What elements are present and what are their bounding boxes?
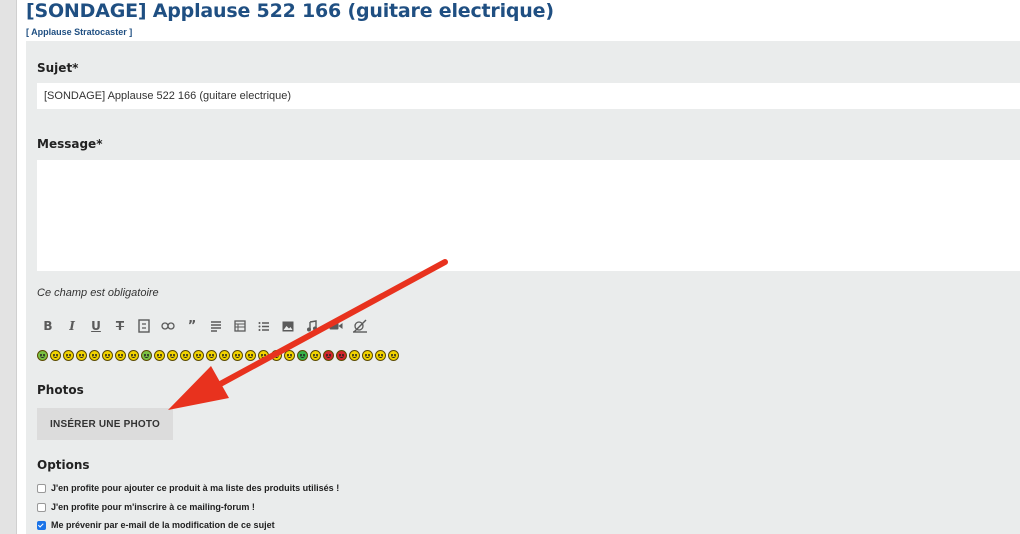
breadcrumb[interactable]: [ Applause Stratocaster ] <box>26 27 132 37</box>
bold-icon[interactable]: B <box>37 315 59 337</box>
message-label: Message* <box>37 137 103 151</box>
option-add-to-products[interactable]: J'en profite pour ajouter ce produit à m… <box>37 483 339 493</box>
smiley-icon[interactable] <box>310 349 321 361</box>
reply-form-panel: Sujet* Message* Ce champ est obligatoire… <box>26 41 1020 534</box>
smiley-icon[interactable] <box>167 349 178 361</box>
smiley-icon[interactable] <box>128 349 139 361</box>
required-hint: Ce champ est obligatoire <box>37 287 159 299</box>
smiley-icon[interactable] <box>362 349 373 361</box>
smiley-icon[interactable] <box>297 349 308 361</box>
smiley-icon[interactable] <box>206 349 217 361</box>
smiley-icon[interactable] <box>219 349 230 361</box>
option-label: Me prévenir par e-mail de la modificatio… <box>51 520 275 530</box>
no-smiley-icon[interactable] <box>349 315 371 337</box>
smiley-icon[interactable] <box>76 349 87 361</box>
option-checkbox[interactable] <box>37 502 46 512</box>
quote-icon[interactable]: ” <box>181 315 203 337</box>
smiley-icon[interactable] <box>258 349 269 361</box>
photos-label: Photos <box>37 383 84 397</box>
smiley-icon[interactable] <box>284 349 295 361</box>
smiley-icon[interactable] <box>154 349 165 361</box>
option-checkbox[interactable] <box>37 483 46 493</box>
image-icon[interactable] <box>277 315 299 337</box>
smiley-icon[interactable] <box>323 349 334 361</box>
strikethrough-icon[interactable]: T <box>109 315 131 337</box>
smiley-icon[interactable] <box>193 349 204 361</box>
underline-icon[interactable]: U <box>85 315 107 337</box>
page-title: [SONDAGE] Applause 522 166 (guitare elec… <box>26 0 554 22</box>
editor-toolbar: B I U T ” <box>37 315 371 337</box>
left-edge-strip <box>0 0 17 534</box>
link-icon[interactable] <box>157 315 179 337</box>
music-icon[interactable] <box>301 315 323 337</box>
video-icon[interactable] <box>325 315 347 337</box>
smiley-icon[interactable] <box>115 349 126 361</box>
option-email-notify[interactable]: Me prévenir par e-mail de la modificatio… <box>37 520 275 530</box>
smiley-icon[interactable] <box>141 349 152 361</box>
smiley-icon[interactable] <box>50 349 61 361</box>
message-textarea[interactable] <box>37 160 1020 271</box>
smiley-icon[interactable] <box>37 349 48 361</box>
smiley-icon[interactable] <box>271 349 282 361</box>
smiley-icon[interactable] <box>232 349 243 361</box>
table-icon[interactable] <box>229 315 251 337</box>
subject-input[interactable] <box>37 83 1020 109</box>
spoiler-icon[interactable] <box>133 315 155 337</box>
option-label: J'en profite pour ajouter ce produit à m… <box>51 483 340 493</box>
smiley-icon[interactable] <box>336 349 347 361</box>
smiley-icon[interactable] <box>102 349 113 361</box>
option-label: J'en profite pour m'inscrire à ce mailin… <box>51 502 255 512</box>
option-checkbox[interactable] <box>37 520 46 530</box>
smiley-icon[interactable] <box>375 349 386 361</box>
smiley-icon[interactable] <box>180 349 191 361</box>
subject-label: Sujet* <box>37 61 79 75</box>
insert-photo-button[interactable]: INSÉRER UNE PHOTO <box>37 408 173 440</box>
options-label: Options <box>37 458 90 472</box>
smiley-icon[interactable] <box>89 349 100 361</box>
italic-icon[interactable]: I <box>61 315 83 337</box>
align-icon[interactable] <box>205 315 227 337</box>
smiley-palette <box>37 348 399 362</box>
option-subscribe-mailing[interactable]: J'en profite pour m'inscrire à ce mailin… <box>37 502 255 512</box>
smiley-icon[interactable] <box>245 349 256 361</box>
smiley-icon[interactable] <box>388 349 399 361</box>
list-icon[interactable] <box>253 315 275 337</box>
smiley-icon[interactable] <box>349 349 360 361</box>
smiley-icon[interactable] <box>63 349 74 361</box>
